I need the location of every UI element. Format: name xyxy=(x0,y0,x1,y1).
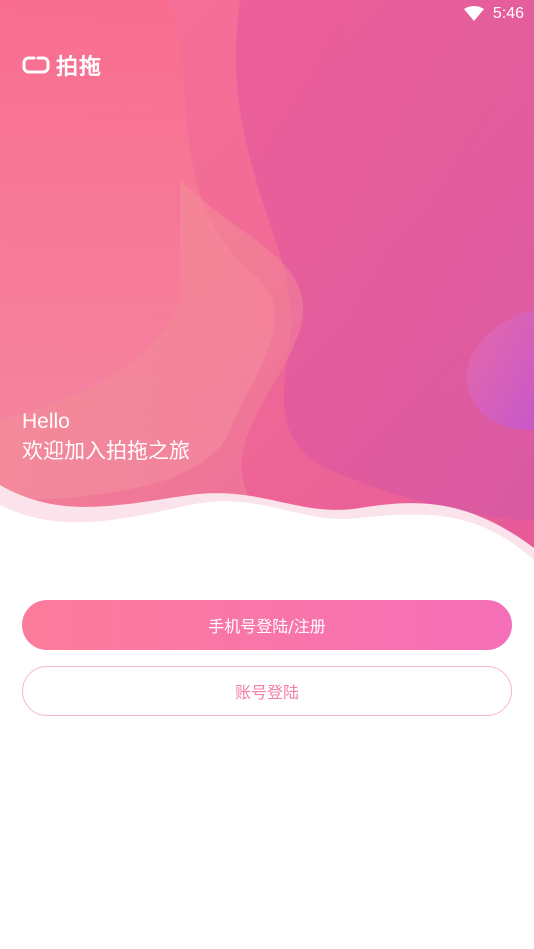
app-logo: 拍拖 xyxy=(22,50,102,80)
greeting-hello: Hello xyxy=(22,410,70,433)
logo-mark-icon xyxy=(22,56,50,74)
greeting-welcome: 欢迎加入拍拖之旅 xyxy=(22,440,190,463)
hero-banner: 5:46 拍拖 Hello 欢迎加入拍拖之旅 xyxy=(0,0,534,560)
account-login-button[interactable]: 账号登陆 xyxy=(22,666,512,716)
wifi-icon xyxy=(464,6,484,21)
greeting: Hello 欢迎加入拍拖之旅 xyxy=(22,408,190,468)
status-bar: 5:46 xyxy=(0,0,534,30)
status-time: 5:46 xyxy=(492,5,524,22)
hero-background xyxy=(0,0,534,560)
app-name: 拍拖 xyxy=(56,55,103,80)
phone-login-button[interactable]: 手机号登陆/注册 xyxy=(22,600,512,650)
